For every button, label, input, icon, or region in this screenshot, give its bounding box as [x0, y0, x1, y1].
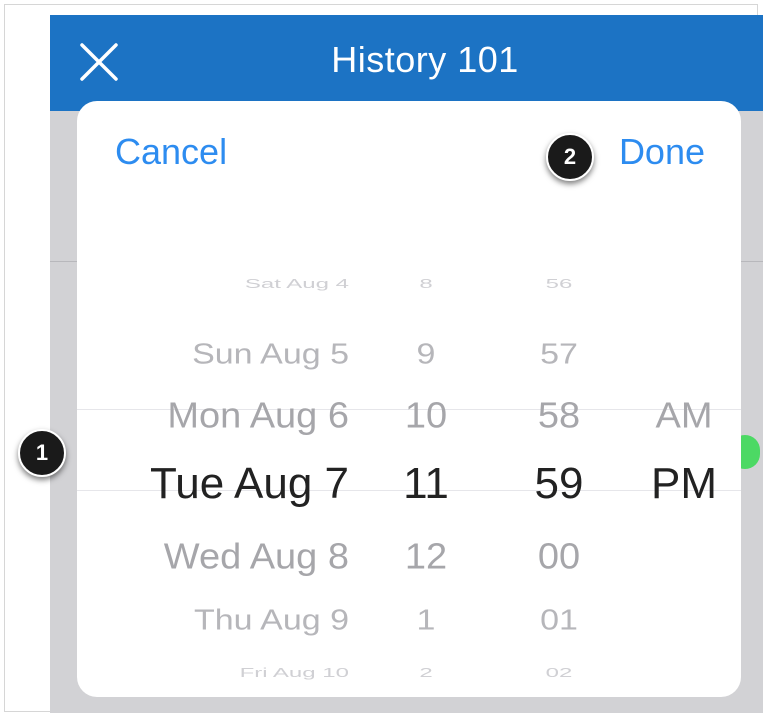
date-time-picker[interactable]: Sat Aug 4 Sun Aug 5 Mon Aug 6 Tue Aug 7 … [77, 246, 741, 679]
hour-option[interactable]: 9 [377, 340, 475, 369]
date-option[interactable]: Sat Aug 4 [77, 277, 349, 290]
hour-option[interactable]: 1 [377, 606, 475, 635]
hour-option[interactable]: 2 [377, 666, 475, 679]
phone-screen: History 101 Cancel Done Sat Aug 4 Sun Au… [50, 15, 763, 713]
hour-option-selected[interactable]: 11 [377, 462, 475, 506]
callout-badge-1: 1 [18, 429, 66, 477]
close-icon[interactable] [78, 41, 120, 83]
minute-option[interactable]: 58 [509, 398, 609, 434]
date-option[interactable]: Thu Aug 9 [77, 606, 349, 635]
hour-option[interactable]: 8 [377, 277, 475, 290]
callout-badge-2: 2 [546, 133, 594, 181]
minute-option[interactable]: 00 [509, 539, 609, 575]
page-title: History 101 [331, 39, 519, 80]
minute-option[interactable]: 57 [509, 340, 609, 369]
hour-wheel[interactable]: 8 9 10 11 12 1 2 [377, 246, 475, 679]
navigation-bar: History 101 [50, 15, 763, 111]
hour-option[interactable]: 12 [377, 539, 475, 575]
minute-wheel[interactable]: 56 57 58 59 00 01 02 [509, 246, 609, 679]
minute-option[interactable]: 56 [509, 277, 609, 290]
ampm-option-selected[interactable]: PM [639, 462, 729, 506]
minute-option[interactable]: 02 [509, 666, 609, 679]
minute-option-selected[interactable]: 59 [509, 462, 609, 506]
date-option-selected[interactable]: Tue Aug 7 [77, 462, 349, 506]
date-wheel[interactable]: Sat Aug 4 Sun Aug 5 Mon Aug 6 Tue Aug 7 … [77, 246, 349, 679]
done-button[interactable]: Done [619, 131, 705, 173]
date-option[interactable]: Wed Aug 8 [77, 539, 349, 575]
minute-option[interactable]: 01 [509, 606, 609, 635]
date-option[interactable]: Fri Aug 10 [77, 666, 349, 679]
date-picker-sheet: Cancel Done Sat Aug 4 Sun Aug 5 Mon Aug … [77, 101, 741, 697]
ampm-option[interactable]: AM [639, 398, 729, 434]
hour-option[interactable]: 10 [377, 398, 475, 434]
date-option[interactable]: Sun Aug 5 [77, 340, 349, 369]
ampm-wheel[interactable]: AM PM [639, 246, 729, 646]
cancel-button[interactable]: Cancel [115, 131, 227, 173]
date-option[interactable]: Mon Aug 6 [77, 398, 349, 434]
